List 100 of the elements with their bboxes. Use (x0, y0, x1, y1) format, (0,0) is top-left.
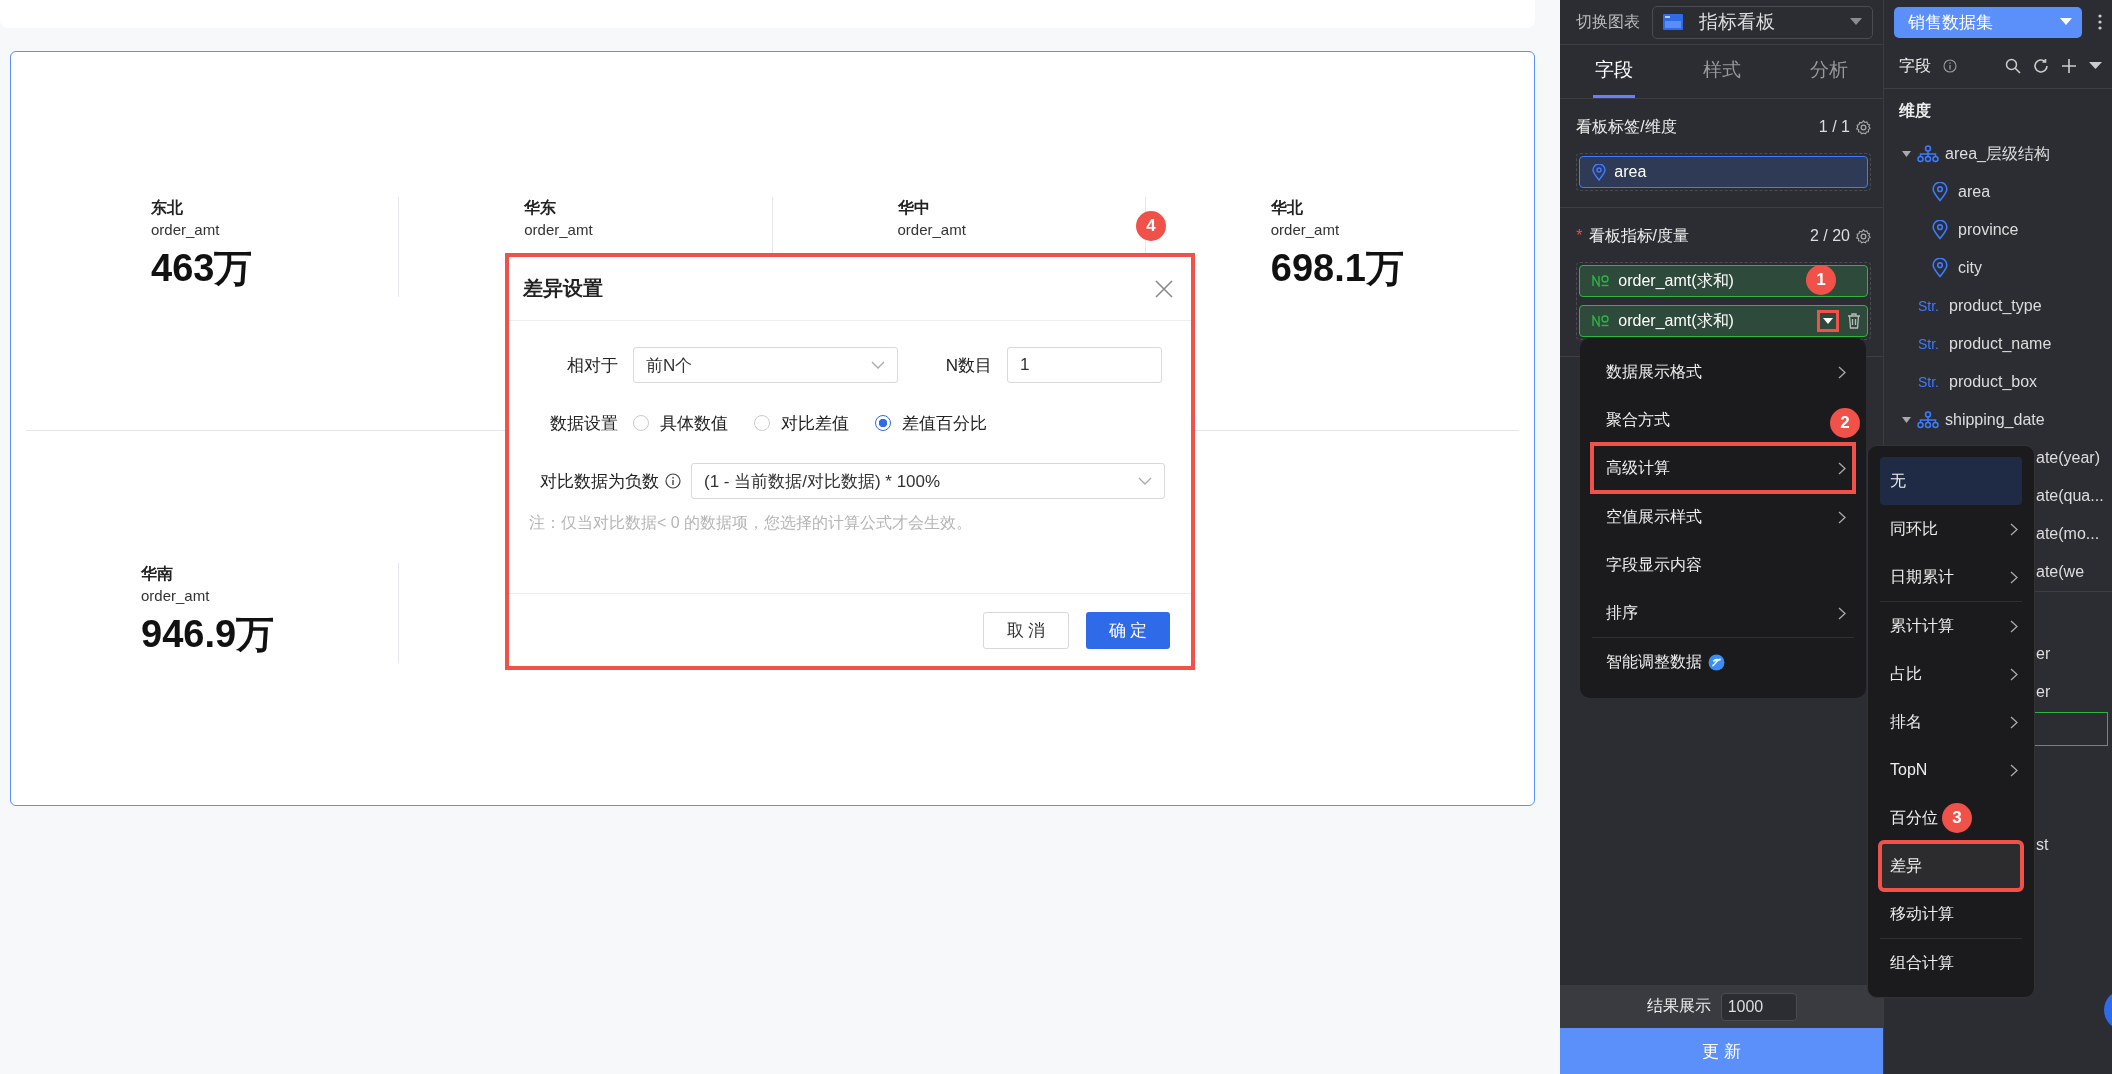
cancel-button[interactable]: 取 消 (983, 611, 1069, 649)
negative-formula-select[interactable]: (1 - 当前数据/对比数据) * 100% (691, 463, 1165, 499)
menu-item[interactable]: 排序 (1592, 589, 1854, 637)
field-pill[interactable]: area (1579, 156, 1868, 188)
radio-option[interactable]: 差值百分比 (875, 411, 987, 435)
field-label: 相对于 (566, 354, 618, 377)
chevron-right-icon (1838, 606, 1846, 620)
field-tree-item[interactable]: ate(qua... (2036, 477, 2112, 515)
radio-option[interactable]: 对比差值 (754, 411, 849, 435)
expand-caret-icon[interactable] (1902, 417, 1911, 423)
caret-icon[interactable] (2089, 62, 2102, 70)
field-tree-item[interactable]: province (1884, 211, 2112, 249)
required-mark: * (1576, 227, 1583, 245)
panel-tab[interactable]: 分析 (1808, 45, 1851, 98)
menu-item[interactable]: 高级计算 (1592, 444, 1854, 492)
menu-item[interactable]: 日期累计 (1880, 553, 2022, 601)
menu-item[interactable]: TopN (1880, 746, 2022, 794)
field-tree-item[interactable]: er (2036, 673, 2112, 711)
menu-item[interactable]: 累计计算 (1880, 602, 2022, 650)
location-pin-icon (1932, 220, 1948, 240)
section-title: 看板指标/度量 (1588, 225, 1691, 246)
field-tree-item[interactable]: shipping_date (1884, 401, 2112, 439)
location-pin-icon (1592, 163, 1607, 181)
field-count: 1 / 1 (1818, 118, 1850, 136)
menu-item[interactable]: 无 (1880, 457, 2022, 505)
radio-option[interactable]: 具体数值 (633, 411, 728, 435)
string-type-tag: Str. (1918, 336, 1939, 352)
dropdown-caret[interactable] (1817, 310, 1839, 332)
chevron-down-icon (871, 361, 885, 369)
info-icon[interactable] (1943, 59, 1957, 73)
panel-tab[interactable]: 字段 (1593, 45, 1636, 98)
menu-item[interactable]: 字段显示内容 (1592, 541, 1708, 589)
field-tree-item[interactable]: Str. product_name (1884, 325, 2112, 363)
panel-tab[interactable]: 样式 (1700, 45, 1743, 98)
chevron-right-icon (2010, 619, 2018, 633)
field-pill[interactable]: order_amt(求和) (1579, 305, 1868, 337)
kpi-measure: order_amt (151, 220, 220, 240)
chart-type-select[interactable]: 指标看板 (1652, 5, 1873, 39)
number-type-icon (1592, 315, 1611, 327)
hierarchy-icon (1917, 145, 1939, 163)
kpi-region: 华中 (897, 198, 930, 218)
field-tree-item[interactable]: ate(year) (2036, 439, 2112, 477)
sparkle-icon (1708, 653, 1725, 671)
field-tree-item[interactable]: er (2036, 635, 2112, 673)
field-tree-item[interactable]: ate(we (2036, 553, 2112, 591)
menu-item[interactable]: 智能调整数据 (1592, 638, 1854, 686)
chevron-right-icon (2010, 522, 2018, 536)
menu-item[interactable]: 聚合方式 (1592, 396, 1676, 444)
field-label: N数目 (944, 354, 992, 377)
hierarchy-icon (1917, 411, 1939, 429)
field-tree-item[interactable]: area (1884, 173, 2112, 211)
menu-item[interactable]: 移动计算 (1880, 890, 1954, 938)
refresh-icon[interactable] (2033, 58, 2049, 74)
search-icon[interactable] (2005, 58, 2021, 74)
menu-item[interactable]: 占比 (1880, 650, 2022, 698)
menu-item[interactable]: 百分位 (1880, 794, 1938, 842)
kpi-measure: order_amt (524, 220, 593, 240)
field-tree-item[interactable]: Str. product_type (1884, 287, 2112, 325)
settings-icon[interactable] (1856, 228, 1871, 244)
kpi-value: 698.1万 (1270, 246, 1404, 291)
group-heading: 维度 (1898, 101, 1931, 121)
more-icon[interactable] (2098, 14, 2102, 30)
field-tree-item[interactable]: city (1884, 249, 2112, 287)
location-pin-icon (1932, 182, 1948, 202)
kpi-measure: order_amt (897, 220, 966, 240)
field-tree-item[interactable]: Str. product_box (1884, 363, 2112, 401)
kpi-region: 华东 (524, 198, 557, 218)
chevron-right-icon (2010, 715, 2018, 729)
close-icon[interactable] (1155, 279, 1173, 298)
menu-item[interactable]: 同环比 (1880, 505, 2022, 553)
n-count-field[interactable]: 1 (1007, 347, 1162, 383)
chevron-down-icon (1138, 477, 1152, 485)
confirm-button[interactable]: 确 定 (1086, 611, 1170, 649)
result-limit-label: 结果展示 (1646, 996, 1711, 1016)
trash-icon[interactable] (1847, 313, 1861, 329)
string-type-tag: Str. (1918, 374, 1939, 390)
menu-item[interactable]: 空值展示样式 (1592, 493, 1854, 541)
chevron-right-icon (2010, 667, 2018, 681)
menu-item[interactable]: 数据展示格式 (1592, 348, 1854, 396)
settings-icon[interactable] (1856, 119, 1871, 135)
expand-caret-icon[interactable] (1902, 151, 1911, 157)
relative-to-select[interactable]: 前N个 (633, 347, 898, 383)
kpi-region: 华北 (1270, 198, 1303, 218)
caret-icon (2060, 18, 2072, 26)
field-tree-item[interactable]: ate(mo... (2036, 515, 2112, 553)
menu-item[interactable]: 排名 (1880, 698, 2022, 746)
string-type-tag: Str. (1918, 298, 1939, 314)
caret-icon (1850, 18, 1862, 26)
chevron-right-icon (1838, 461, 1846, 475)
add-icon[interactable] (2061, 58, 2077, 74)
kpi-measure: order_amt (1270, 220, 1340, 240)
menu-item[interactable]: 组合计算 (1880, 939, 1954, 987)
menu-item[interactable]: 差异 (1880, 842, 2022, 890)
field-tree-item[interactable]: area_层级结构 (1884, 135, 2112, 173)
field-label: 对比数据为负数 (540, 470, 659, 493)
result-limit-field[interactable]: 1000 (1720, 992, 1797, 1021)
chevron-right-icon (2010, 763, 2018, 777)
note-text: 注：仅当对比数据< 0 的数据项，您选择的计算公式才会生效。 (529, 513, 973, 533)
info-icon[interactable] (665, 473, 681, 489)
field-tree-item[interactable]: st (2036, 826, 2112, 864)
